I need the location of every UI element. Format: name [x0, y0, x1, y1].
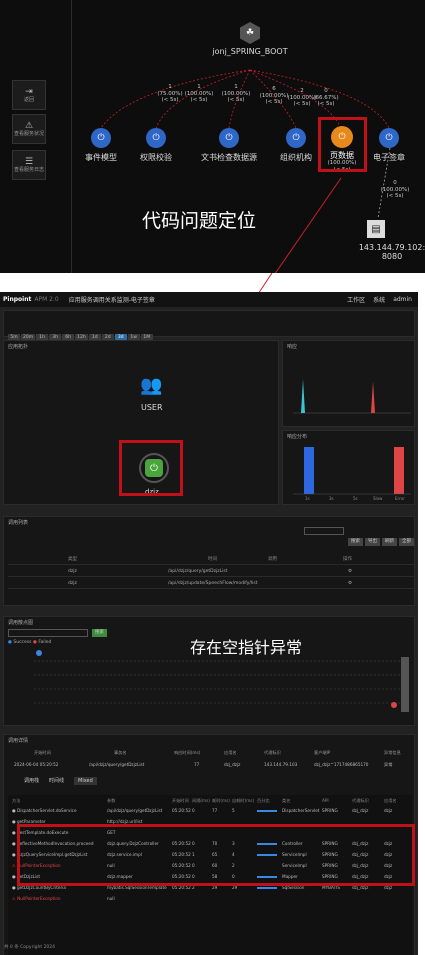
- search-input[interactable]: [304, 527, 344, 535]
- service-node-icon[interactable]: ⏻: [146, 128, 166, 148]
- table-header: 类型 时间 调用 操作: [8, 554, 414, 565]
- nav-workspace[interactable]: 工作区: [347, 295, 365, 304]
- service-node-icon[interactable]: ⏻: [91, 128, 111, 148]
- table-actions: 搜索 导出 刷新 全部: [346, 527, 414, 546]
- table-row[interactable]: dzjz/api/dzjz/update/SpeechFlow/modify/l…: [8, 578, 414, 589]
- time-filter-panel: 5m 20m 1h 3h 6h 12h 1d 2d 3d 1w 1M: [3, 310, 415, 342]
- annotation-code-locate: 代码问题定位: [142, 210, 257, 232]
- bar-label: 3s: [329, 496, 334, 501]
- service-node-label: 权限校验: [140, 153, 172, 162]
- duration-bar: [257, 887, 277, 889]
- trace-row[interactable]: ● DispatcherServlet.doService/api/dzjz/q…: [12, 807, 412, 815]
- trace-row[interactable]: ⚠ NullPointerException null: [12, 895, 412, 903]
- edge-label: 1 (100.00%) (< 5s): [184, 84, 214, 103]
- edge-label: 0 (100.00%) (< 5s): [380, 180, 410, 199]
- edge-label: 2 (100.00%) (< 5s): [287, 88, 317, 107]
- user-icon[interactable]: 👥: [140, 375, 162, 396]
- service-node-icon[interactable]: ⏻: [379, 128, 399, 148]
- service-node-label: 电子签章: [373, 153, 405, 162]
- page-breadcrumb: 应用服务调用关系监测-电子签章: [68, 297, 155, 304]
- annotation-null-pointer: 存在空指针异常: [190, 638, 303, 657]
- search-button[interactable]: 搜索: [348, 538, 363, 546]
- export-button[interactable]: 导出: [365, 538, 380, 546]
- server-map-title: 应用拓扑: [8, 344, 29, 350]
- root-node-label: jonj_SPRING_BOOT: [212, 47, 288, 56]
- duration-bar: [257, 810, 277, 812]
- detail-value-row: 2024-06-04 05:20:52/api/dzjz/query/getDz…: [14, 762, 393, 767]
- response-chart-panel: 响应: [282, 340, 415, 427]
- footer: 共 0 条 Copyright 2024: [4, 945, 56, 950]
- brand-logo: Pinpoint: [3, 296, 32, 303]
- service-node-label: 事件模型: [85, 153, 117, 162]
- distribution-chart: [293, 447, 411, 495]
- refresh-button[interactable]: 刷新: [382, 538, 397, 546]
- detail-header-row: 开始时间 事务名 响应时间(ms) 应用名 代理标识 客户端IP 异常信息: [34, 750, 401, 755]
- topology-view: ⇥ 返回 ⚠ 查看服务状况 ☰ 查看服务日志 ☘ jonj_SPRING_BOOT 1…: [0, 0, 425, 273]
- table-row[interactable]: dzjz/api/dzjz/query/getDzjzList ⚙: [8, 566, 414, 577]
- trace-header: 方法 参数 开始时间 间隔(ms) 耗时(ms) 自耗时(ms) 百分比 类名 API 代理标识应…: [12, 798, 397, 803]
- edge-label: 1 (75.00%) (< 5s): [157, 84, 183, 103]
- server-icon[interactable]: ▤: [367, 220, 385, 238]
- edge-label: 0 (66.67%) (< 5s): [313, 88, 339, 107]
- bar-label: Slow: [373, 496, 383, 501]
- bar-label: Error: [395, 496, 405, 501]
- view-icon[interactable]: ⚙: [348, 581, 352, 586]
- tab-timeline[interactable]: 时间线: [49, 778, 64, 784]
- user-node-label: USER: [141, 403, 163, 412]
- pinpoint-app: Pinpoint APM 2.0 应用服务调用关系监测-电子签章 工作区 系统 …: [0, 292, 418, 955]
- service-node-label: 组织机构: [280, 153, 312, 162]
- nav-user[interactable]: admin: [393, 296, 412, 303]
- leaf-node-label: 143.144.79.102: 8080: [358, 243, 425, 261]
- highlight-box: [17, 824, 415, 886]
- detail-title: 调用详情: [8, 738, 29, 744]
- transaction-detail-panel: 调用详情 开始时间 事务名 响应时间(ms) 应用名 代理标识 客户端IP 异常信息 202…: [3, 734, 415, 955]
- tab-mixed[interactable]: Mixed: [74, 777, 97, 785]
- highlight-box: [318, 117, 367, 172]
- response-distribution-panel: 响应分布 1s 3s 5s Slow Error: [282, 430, 415, 505]
- tab-callstack[interactable]: 调用栈: [24, 778, 39, 784]
- top-nav: Pinpoint APM 2.0 应用服务调用关系监测-电子签章 工作区 系统 …: [0, 292, 418, 307]
- scatter-panel: 调用散点图 搜索 ● Success ● Failed: [3, 616, 415, 726]
- call-list-title: 调用列表: [8, 520, 29, 526]
- edge-label: 6 (100.00%) (< 5s): [259, 86, 289, 105]
- view-icon[interactable]: ⚙: [348, 569, 352, 574]
- service-node-icon[interactable]: ⏻: [286, 128, 306, 148]
- detail-tabs: 调用栈 时间线 Mixed: [24, 777, 97, 785]
- highlight-box: [119, 440, 183, 496]
- nav-system[interactable]: 系统: [373, 295, 385, 304]
- bar-label: 5s: [353, 496, 358, 501]
- all-button[interactable]: 全部: [399, 538, 414, 546]
- edge-label: 1 (100.00%) (< 5s): [221, 84, 251, 103]
- call-list-panel: 调用列表 搜索 导出 刷新 全部 类型 时间 调用 操作 dzjz/api/dzjz/que…: [3, 516, 415, 606]
- response-chart: [293, 379, 411, 414]
- brand-version: APM 2.0: [34, 296, 59, 303]
- service-node-label: 文书检查数据源: [201, 153, 257, 162]
- service-node-icon[interactable]: ⏻: [219, 128, 239, 148]
- bar-label: 1s: [305, 496, 310, 501]
